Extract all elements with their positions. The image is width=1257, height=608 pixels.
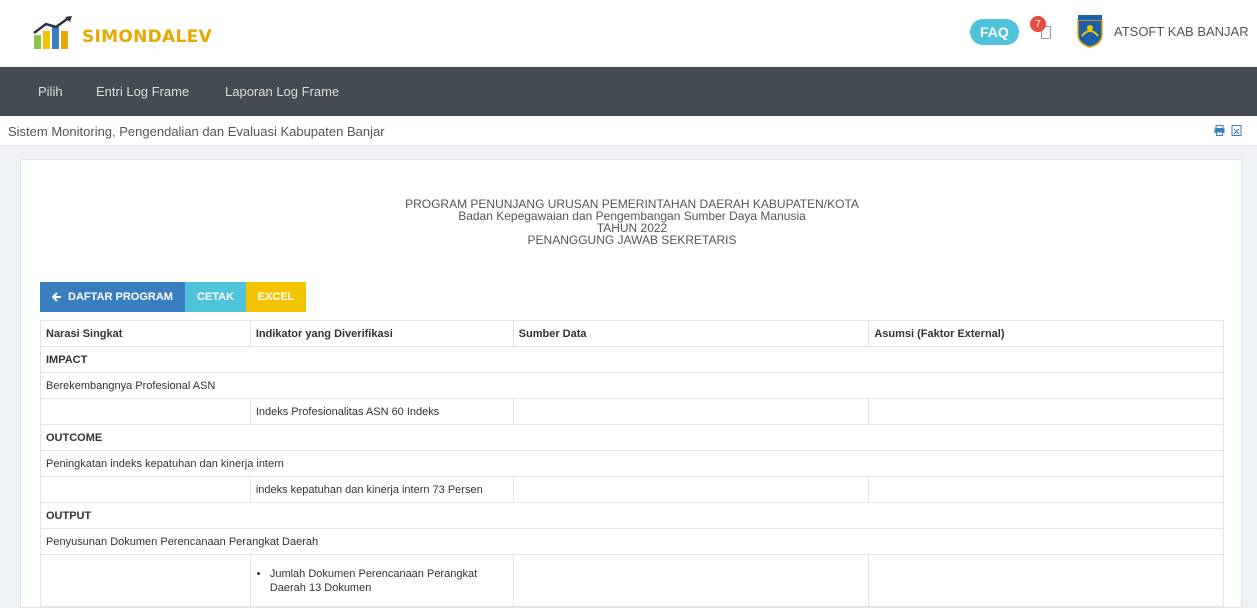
table-row: OUTCOME (40, 424, 1224, 451)
indikator-cell: indeks kepatuhan dan kinerja intern 73 P… (249, 476, 514, 503)
table-cell (512, 398, 870, 425)
table-cell (868, 554, 1224, 607)
report-header: PROGRAM PENUNJANG URUSAN PEMERINTAHAN DA… (21, 198, 1243, 246)
section-outcome: OUTCOME (40, 424, 1224, 451)
table-cell (512, 476, 870, 503)
nav-item-pilih[interactable]: Pilih (38, 67, 63, 116)
breadcrumb-bar: Sistem Monitoring, Pengendalian dan Eval… (0, 116, 1257, 146)
app-logo[interactable]: SIMONDALEV (32, 11, 212, 51)
column-header: Narasi Singkat (40, 320, 251, 347)
column-header: Sumber Data (512, 320, 870, 347)
table-row: indeks kepatuhan dan kinerja intern 73 P… (40, 476, 1224, 503)
chart-logo-icon (33, 16, 72, 49)
log-frame-table: Narasi Singkat Indikator yang Diverifika… (40, 320, 1224, 607)
nav-item-laporan-log-frame[interactable]: Laporan Log Frame (225, 67, 339, 116)
table-cell (40, 554, 251, 607)
page-tools (1214, 125, 1242, 136)
export-icon[interactable] (1231, 125, 1242, 136)
table-cell (868, 476, 1224, 503)
narasi-cell: Berekembangnya Profesional ASN (40, 372, 1224, 399)
table-row: Penyusunan Dokumen Perencanaan Perangkat… (40, 528, 1224, 555)
table-row: Jumlah Dokumen Perencanaan Perangkat Dae… (40, 554, 1224, 607)
table-row: Indeks Profesionalitas ASN 60 Indeks (40, 398, 1224, 425)
print-button[interactable]: CETAK (185, 282, 246, 312)
narasi-cell: Peningkatan indeks kepatuhan dan kinerja… (40, 450, 1224, 477)
faq-button[interactable]: FAQ (970, 19, 1019, 45)
back-button-label: DAFTAR PROGRAM (68, 291, 173, 303)
table-cell (868, 398, 1224, 425)
arrow-left-icon (52, 292, 62, 302)
page-subtitle: Sistem Monitoring, Pengendalian dan Eval… (8, 124, 385, 139)
column-header: Indikator yang Diverifikasi (249, 320, 514, 347)
table-cell (40, 398, 251, 425)
indikator-cell: Indeks Profesionalitas ASN 60 Indeks (249, 398, 514, 425)
back-to-program-list-button[interactable]: DAFTAR PROGRAM (40, 282, 185, 312)
notification-badge: 7 (1030, 16, 1046, 32)
nav-item-entri-log-frame[interactable]: Entri Log Frame (96, 67, 189, 116)
top-header: SIMONDALEV FAQ 7 ATSOFT KAB BANJAR (0, 0, 1257, 67)
indikator-cell: Jumlah Dokumen Perencanaan Perangkat Dae… (249, 554, 514, 607)
table-header-row: Narasi Singkat Indikator yang Diverifika… (40, 320, 1224, 347)
indikator-list: Jumlah Dokumen Perencanaan Perangkat Dae… (256, 567, 508, 595)
notification-button[interactable]: 7 (1030, 16, 1058, 46)
table-cell (512, 554, 870, 607)
table-row: IMPACT (40, 346, 1224, 373)
column-header: Asumsi (Faktor External) (868, 320, 1224, 347)
action-buttons: DAFTAR PROGRAM CETAK EXCEL (40, 282, 306, 312)
main-nav: Pilih Entri Log Frame Laporan Log Frame (0, 67, 1257, 116)
app-name: SIMONDALEV (81, 27, 212, 47)
narasi-cell: Penyusunan Dokumen Perencanaan Perangkat… (40, 528, 1224, 555)
section-output: OUTPUT (40, 502, 1224, 529)
report-card: PROGRAM PENUNJANG URUSAN PEMERINTAHAN DA… (20, 159, 1242, 608)
table-row: Berekembangnya Profesional ASN (40, 372, 1224, 399)
table-cell (40, 476, 251, 503)
print-icon[interactable] (1214, 125, 1225, 136)
excel-export-button[interactable]: EXCEL (246, 282, 306, 312)
list-item: Jumlah Dokumen Perencanaan Perangkat Dae… (270, 567, 508, 595)
report-responsible: PENANGGUNG JAWAB SEKRETARIS (527, 233, 737, 247)
table-row: OUTPUT (40, 502, 1224, 529)
table-row: Peningkatan indeks kepatuhan dan kinerja… (40, 450, 1224, 477)
section-impact: IMPACT (40, 346, 1224, 373)
regency-crest-icon (1077, 15, 1103, 48)
user-name[interactable]: ATSOFT KAB BANJAR (1114, 24, 1249, 39)
